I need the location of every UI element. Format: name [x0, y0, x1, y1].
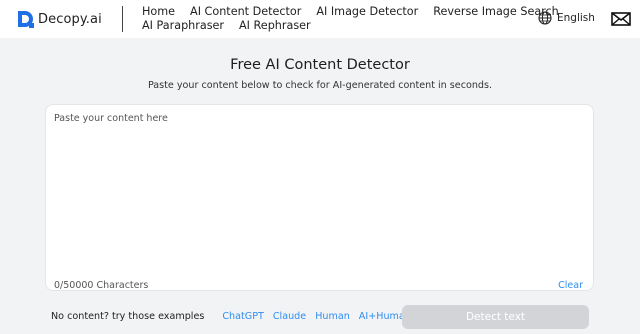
example-human[interactable]: Human — [315, 311, 350, 322]
nav-ai-paraphraser[interactable]: AI Paraphraser — [142, 19, 224, 32]
page-subtitle: Paste your content below to check for AI… — [147, 80, 493, 91]
detect-text-button[interactable]: Detect text — [402, 305, 589, 329]
nav-ai-content-detector[interactable]: AI Content Detector — [190, 5, 301, 18]
character-counter: 0/50000 Characters — [54, 280, 149, 291]
nav-home[interactable]: Home — [142, 5, 175, 18]
language-label: English — [557, 12, 595, 24]
mail-icon[interactable] — [611, 12, 631, 26]
example-chatgpt[interactable]: ChatGPT — [222, 311, 264, 322]
header-divider — [122, 6, 123, 32]
nav-ai-rephraser[interactable]: AI Rephraser — [239, 19, 311, 32]
main-nav: Home AI Content Detector AI Image Detector… — [142, 5, 559, 32]
globe-icon — [538, 11, 552, 25]
page-title: Free AI Content Detector — [230, 57, 410, 73]
decopy-logo-icon — [18, 11, 34, 28]
content-editor: 0/50000 Characters Clear — [45, 104, 594, 291]
logo[interactable]: Decopy.ai — [16, 9, 102, 29]
examples-bar: No content? try those examples ChatGPT C… — [51, 311, 420, 322]
examples-label: No content? try those examples — [51, 311, 205, 322]
logo-text: Decopy.ai — [38, 11, 102, 27]
clear-button[interactable]: Clear — [558, 280, 583, 291]
language-selector[interactable]: English — [538, 11, 595, 25]
example-claude[interactable]: Claude — [273, 311, 306, 322]
nav-ai-image-detector[interactable]: AI Image Detector — [316, 5, 418, 18]
content-input[interactable] — [54, 113, 584, 263]
top-header: Decopy.ai Home AI Content Detector AI Imag… — [0, 0, 640, 38]
